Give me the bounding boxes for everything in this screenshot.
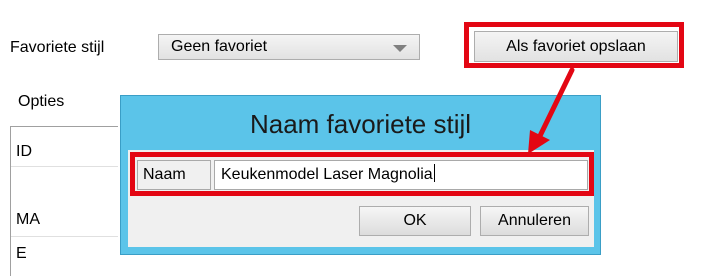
favorite-style-label: Favoriete stijl <box>10 39 105 56</box>
table-row: ID <box>16 143 32 160</box>
options-label: Opties <box>18 93 65 110</box>
highlight-frame-name-input <box>130 152 594 196</box>
table-row: E <box>16 245 27 262</box>
table-row: MA <box>16 211 40 228</box>
favorite-style-select-value: Geen favoriet <box>171 38 268 55</box>
dialog-title: Naam favoriete stijl <box>249 109 472 139</box>
highlight-frame-save-button <box>464 22 684 68</box>
cancel-button[interactable]: Annuleren <box>480 206 589 236</box>
favorite-style-select[interactable]: Geen favoriet <box>158 34 420 60</box>
row-divider <box>11 236 118 237</box>
ok-button[interactable]: OK <box>359 206 471 236</box>
chevron-down-icon <box>393 45 407 52</box>
row-divider <box>11 166 118 167</box>
